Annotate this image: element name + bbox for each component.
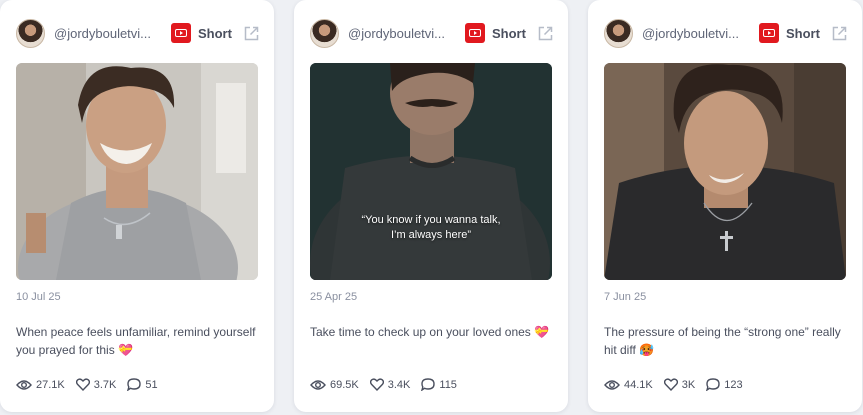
comment-icon (127, 378, 142, 391)
avatar[interactable] (310, 18, 339, 48)
heart-icon (663, 378, 678, 391)
likes-stat: 3.4K (369, 378, 411, 391)
avatar[interactable] (604, 18, 633, 48)
views-stat: 69.5K (310, 379, 359, 391)
card-header: @jordybouletvi... Short (604, 17, 848, 49)
post-type-label: Short (198, 25, 232, 41)
likes-count: 3.4K (387, 378, 411, 391)
heart-icon (369, 378, 384, 391)
views-stat: 44.1K (604, 379, 653, 391)
comments-stat: 51 (127, 378, 158, 391)
post-description: When peace feels unfamiliar, remind your… (16, 325, 256, 357)
likes-stat: 3K (663, 378, 696, 391)
post-date: 10 Jul 25 (16, 291, 61, 303)
likes-stat: 3.7K (75, 378, 117, 391)
post-date: 7 Jun 25 (604, 291, 647, 303)
video-thumbnail[interactable] (604, 63, 846, 280)
card-header: @jordybouletvi... Short (310, 17, 554, 49)
eye-icon (310, 379, 326, 390)
post-description: Take time to check up on your loved ones… (310, 325, 550, 339)
external-link-icon[interactable] (830, 24, 848, 42)
views-count: 27.1K (36, 378, 65, 391)
post-card[interactable]: @jordybouletvi... Short 10 Jul 25 When p… (0, 0, 274, 412)
post-card[interactable]: @jordybouletvi... Short “You know if you… (294, 0, 568, 412)
eye-icon (16, 379, 32, 390)
views-stat: 27.1K (16, 379, 65, 391)
video-thumbnail[interactable] (16, 63, 258, 280)
views-count: 69.5K (330, 378, 359, 391)
account-handle[interactable]: @jordybouletvi... (642, 26, 747, 41)
video-caption: “You know if you wanna talk, I’m always … (310, 213, 552, 243)
likes-count: 3K (681, 378, 696, 391)
post-type-label: Short (492, 25, 526, 41)
comments-stat: 115 (421, 378, 457, 391)
caption-line: “You know if you wanna talk, (361, 214, 501, 226)
external-link-icon[interactable] (242, 24, 260, 42)
post-description: The pressure of being the “strong one” r… (604, 325, 841, 357)
eye-icon (604, 379, 620, 390)
youtube-icon (465, 23, 485, 43)
comments-count: 51 (145, 378, 158, 391)
engagement-stats: 27.1K 3.7K 51 (16, 378, 169, 391)
comments-count: 115 (439, 378, 457, 391)
comments-stat: 123 (706, 378, 743, 391)
account-handle[interactable]: @jordybouletvi... (348, 26, 453, 41)
post-card[interactable]: @jordybouletvi... Short 7 Jun 25 The pre… (588, 0, 862, 412)
views-count: 44.1K (624, 378, 653, 391)
account-handle[interactable]: @jordybouletvi... (54, 26, 159, 41)
video-thumbnail[interactable]: “You know if you wanna talk, I’m always … (310, 63, 552, 280)
heart-icon (75, 378, 90, 391)
avatar[interactable] (16, 18, 45, 48)
card-header: @jordybouletvi... Short (16, 17, 260, 49)
comments-count: 123 (724, 378, 743, 391)
caption-line: I’m always here” (390, 229, 472, 241)
engagement-stats: 44.1K 3K 123 (604, 378, 754, 391)
youtube-icon (759, 23, 779, 43)
youtube-icon (171, 23, 191, 43)
external-link-icon[interactable] (536, 24, 554, 42)
comment-icon (421, 378, 436, 391)
post-date: 25 Apr 25 (310, 291, 358, 303)
engagement-stats: 69.5K 3.4K 115 (310, 378, 468, 391)
likes-count: 3.7K (93, 378, 117, 391)
comment-icon (706, 378, 720, 391)
post-type-label: Short (786, 25, 820, 41)
